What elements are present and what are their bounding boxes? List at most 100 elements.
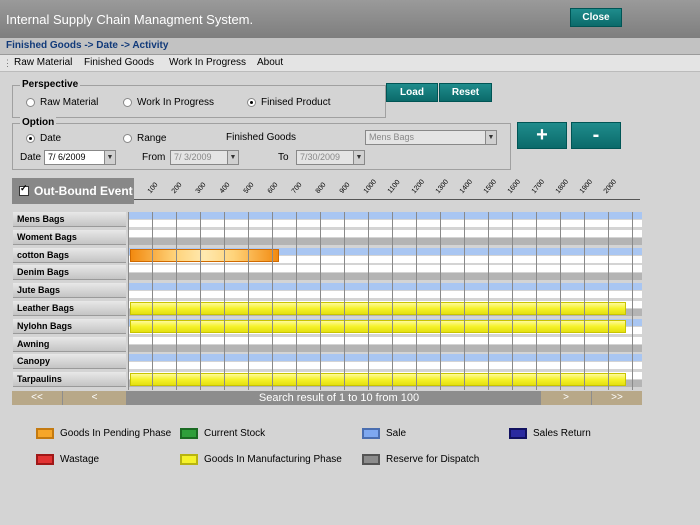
- to-label: To: [278, 152, 289, 163]
- grid-line: [200, 212, 201, 390]
- to-date-picker: 7/30/2009 ▼: [296, 150, 365, 165]
- chevron-down-icon[interactable]: ▼: [104, 151, 115, 164]
- close-button[interactable]: Close: [570, 8, 622, 27]
- grid-line: [512, 212, 513, 390]
- row-track: [128, 229, 642, 245]
- row-stripe: [128, 212, 642, 219]
- scale-tick-label: 300: [194, 181, 208, 195]
- row-stripe: [128, 265, 642, 273]
- scale-tick-label: 900: [338, 181, 352, 195]
- first-page-button[interactable]: <<: [12, 391, 62, 405]
- grid-line: [152, 212, 153, 390]
- grid-line: [632, 212, 633, 390]
- grid-line: [272, 212, 273, 390]
- grip-icon: ⋮: [3, 58, 12, 68]
- row-track: [128, 283, 642, 299]
- row-label[interactable]: Canopy: [13, 354, 126, 370]
- radio-date[interactable]: Date: [26, 133, 61, 144]
- legend-current-stock: Current Stock: [180, 428, 265, 439]
- grid-line: [224, 212, 225, 390]
- scale-tick-label: 800: [314, 181, 328, 195]
- radio-raw-material[interactable]: Raw Material: [26, 97, 98, 108]
- radio-range[interactable]: Range: [123, 133, 166, 144]
- scale-tick-label: 500: [242, 181, 256, 195]
- finished-goods-label: Finished Goods: [226, 132, 297, 143]
- row-label[interactable]: Awning: [13, 336, 126, 352]
- next-page-button[interactable]: >: [541, 391, 591, 405]
- legend-manufacturing-label: Goods In Manufacturing Phase: [204, 454, 342, 465]
- row-track: [128, 212, 642, 227]
- finished-goods-value: Mens Bags: [369, 132, 415, 142]
- date-picker[interactable]: 7/ 6/2009 ▼: [44, 150, 116, 165]
- grid-line: [464, 212, 465, 390]
- manufacturing-bar[interactable]: [130, 319, 626, 333]
- row-label[interactable]: cotton Bags: [13, 247, 126, 263]
- from-date-value: 7/ 3/2009: [174, 152, 212, 162]
- grid-line: [296, 212, 297, 390]
- menu-item-work-in-progress[interactable]: Work In Progress: [169, 57, 246, 68]
- menu-item-raw-material[interactable]: Raw Material: [14, 57, 72, 68]
- legend-pending-label: Goods In Pending Phase: [60, 428, 172, 439]
- row-track: [128, 265, 642, 281]
- scale-tick-label: 2000: [602, 178, 619, 195]
- event-label: Out-Bound Event: [34, 184, 133, 198]
- legend-current-stock-label: Current Stock: [204, 428, 266, 439]
- chevron-down-icon: ▼: [227, 151, 238, 164]
- pager-status: Search result of 1 to 10 from 100: [258, 392, 420, 404]
- row-stripe: [128, 344, 642, 352]
- row-label[interactable]: Nylohn Bags: [13, 318, 126, 334]
- manufacturing-bar[interactable]: [130, 302, 626, 315]
- scale-tick-label: 400: [218, 181, 232, 195]
- chevron-down-icon: ▼: [485, 131, 496, 144]
- legend-reserve-dispatch-label: Reserve for Dispatch: [386, 454, 480, 465]
- row-label[interactable]: Denim Bags: [13, 265, 126, 281]
- legend-sales-return-label: Sales Return: [533, 428, 591, 439]
- grid-line: [368, 212, 369, 390]
- scale-tick-label: 1800: [554, 178, 571, 195]
- scale-tick-label: 1700: [530, 178, 547, 195]
- zoom-out-button[interactable]: -: [571, 122, 621, 149]
- radio-finished-product[interactable]: Finised Product: [247, 97, 330, 108]
- row-label[interactable]: Jute Bags: [13, 283, 126, 299]
- grid-line: [392, 212, 393, 390]
- legend-swatch: [36, 428, 54, 439]
- pager-bar: << < Search result of 1 to 10 from 100 >…: [12, 391, 642, 405]
- menu-item-about[interactable]: About: [257, 57, 283, 68]
- grid-line: [560, 212, 561, 390]
- radio-range-label: Range: [137, 133, 167, 144]
- prev-page-button[interactable]: <: [63, 391, 126, 405]
- load-button[interactable]: Load: [386, 83, 438, 102]
- reset-button[interactable]: Reset: [439, 83, 492, 102]
- breadcrumb: Finished Goods -> Date -> Activity: [0, 38, 700, 55]
- to-date-value: 7/30/2009: [300, 152, 341, 162]
- manufacturing-bar[interactable]: [130, 373, 626, 387]
- legend-swatch: [180, 428, 198, 439]
- scale-tick-label: 1600: [506, 178, 523, 195]
- event-checkbox[interactable]: [19, 183, 29, 196]
- grid-line: [536, 212, 537, 390]
- row-track: [128, 354, 642, 370]
- row-label[interactable]: Tarpaulins: [13, 372, 126, 388]
- row-label[interactable]: Mens Bags: [13, 212, 126, 227]
- grid-line: [320, 212, 321, 390]
- row-stripe: [128, 362, 642, 370]
- radio-work-in-progress[interactable]: Work In Progress: [123, 97, 214, 108]
- from-date-picker: 7/ 3/2009 ▼: [170, 150, 239, 165]
- legend-swatch: [362, 454, 380, 465]
- legend-pending: Goods In Pending Phase: [36, 428, 171, 439]
- scale-tick-label: 1300: [434, 178, 451, 195]
- scale-tick-label: 1400: [458, 178, 475, 195]
- chevron-down-icon: ▼: [353, 151, 364, 164]
- last-page-button[interactable]: >>: [592, 391, 642, 405]
- radio-raw-material-label: Raw Material: [40, 97, 99, 108]
- zoom-in-button[interactable]: +: [517, 122, 567, 149]
- menu-item-finished-goods[interactable]: Finished Goods: [84, 57, 154, 68]
- row-stripe: [128, 283, 642, 291]
- grid-line: [248, 212, 249, 390]
- row-label[interactable]: Leather Bags: [13, 301, 126, 316]
- row-stripe: [128, 354, 642, 362]
- row-stripe: [128, 291, 642, 299]
- scale-tick-label: 1500: [482, 178, 499, 195]
- row-label[interactable]: Woment Bags: [13, 229, 126, 245]
- scale-tick-label: 700: [290, 181, 304, 195]
